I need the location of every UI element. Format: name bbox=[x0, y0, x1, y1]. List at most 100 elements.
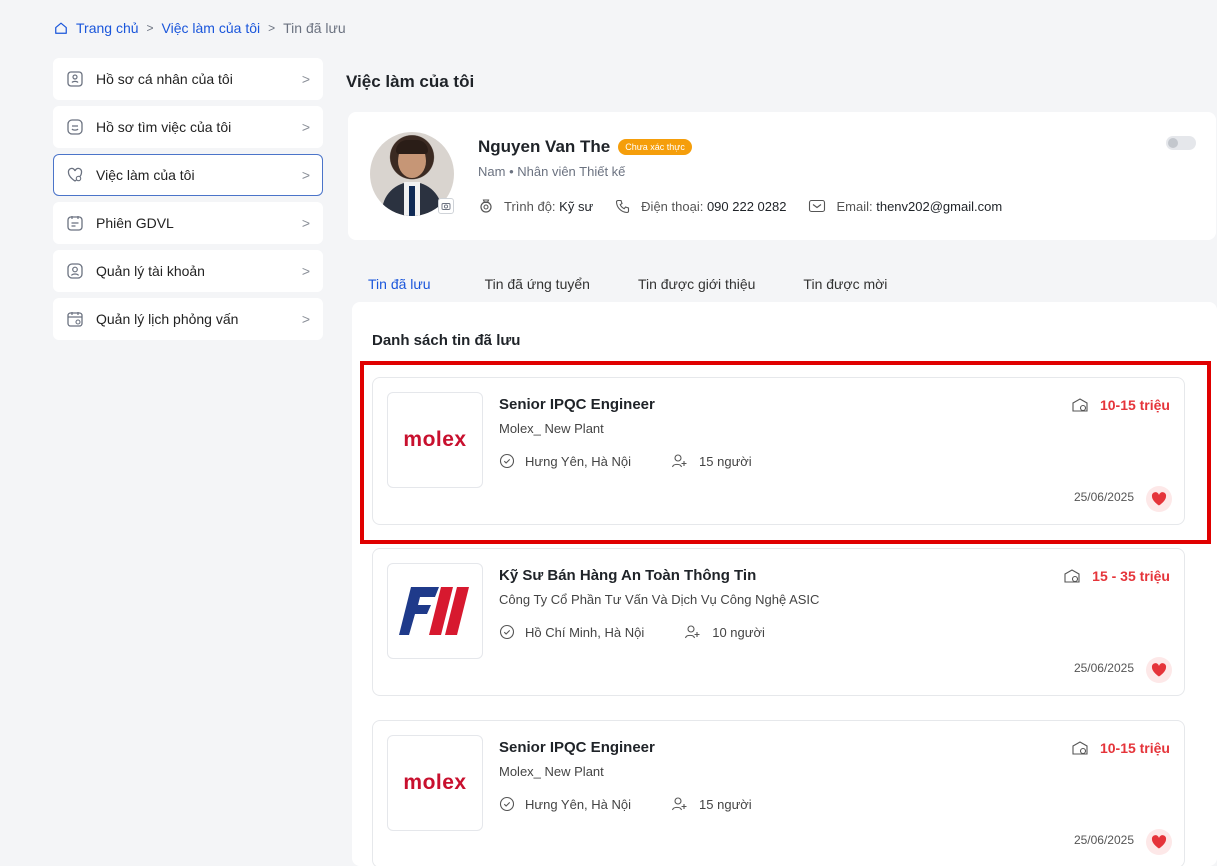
profile-position: Nhân viên Thiết kế bbox=[517, 164, 626, 179]
heart-icon bbox=[1151, 663, 1167, 677]
email-icon bbox=[809, 199, 826, 213]
unsave-heart-button[interactable] bbox=[1146, 657, 1172, 683]
saved-jobs-panel: Danh sách tin đã lưu molex Senior IPQC E… bbox=[352, 302, 1217, 866]
job-headcount: 15 người bbox=[671, 453, 752, 469]
profile-name-row: Nguyen Van The Chưa xác thực bbox=[478, 137, 692, 157]
chevron-right-icon: > bbox=[301, 119, 310, 135]
job-headcount: 15 người bbox=[671, 796, 752, 812]
company-logo: molex bbox=[387, 392, 483, 488]
unsave-heart-button[interactable] bbox=[1146, 486, 1172, 512]
phone-value: 090 222 0282 bbox=[706, 198, 787, 214]
location-check-icon bbox=[499, 453, 515, 469]
job-title[interactable]: Senior IPQC Engineer bbox=[499, 739, 655, 756]
job-company: Molex_ New Plant bbox=[499, 764, 604, 779]
sidebar-item-personal-profile[interactable]: Hồ sơ cá nhân của tôi > bbox=[53, 58, 323, 100]
job-title[interactable]: Kỹ Sư Bán Hàng An Toàn Thông Tin bbox=[499, 567, 756, 584]
email-label: Email: bbox=[836, 198, 873, 214]
job-meta: Hưng Yên, Hà Nội 15 người bbox=[499, 453, 752, 469]
heart-job-icon bbox=[66, 166, 84, 184]
heart-icon bbox=[1151, 835, 1167, 849]
chevron-right-icon: > bbox=[301, 263, 310, 279]
job-salary: 10-15 triệu bbox=[1070, 396, 1170, 414]
verification-badge: Chưa xác thực bbox=[618, 139, 692, 155]
education-value: Kỹ sư bbox=[559, 198, 594, 214]
tab-invited[interactable]: Tin được mời bbox=[803, 274, 887, 304]
sidebar: Hồ sơ cá nhân của tôi > Hồ sơ tìm việc c… bbox=[53, 58, 323, 346]
heart-icon bbox=[1151, 492, 1167, 506]
breadcrumb-home[interactable]: Trang chủ bbox=[76, 20, 139, 36]
phone-info: Điện thoại: 090 222 0282 bbox=[615, 198, 786, 214]
job-meta: Hưng Yên, Hà Nội 15 người bbox=[499, 796, 752, 812]
profile-role: Nam • Nhân viên Thiết kế bbox=[478, 164, 625, 179]
chevron-right-icon: > bbox=[301, 71, 310, 87]
company-logo: molex bbox=[387, 735, 483, 831]
job-date: 25/06/2025 bbox=[1073, 490, 1134, 504]
job-headcount-text: 10 người bbox=[712, 624, 765, 640]
tab-recommended[interactable]: Tin được giới thiệu bbox=[638, 274, 755, 304]
profile-gender: Nam bbox=[478, 164, 506, 179]
chevron-right-icon: > bbox=[301, 311, 310, 327]
education-info: Trình độ: Kỹ sư bbox=[478, 198, 593, 214]
job-salary-text: 10-15 triệu bbox=[1099, 397, 1170, 413]
job-location-text: Hồ Chí Minh, Hà Nội bbox=[525, 624, 645, 640]
molex-logo: molex bbox=[403, 771, 467, 794]
sidebar-item-label: Phiên GDVL bbox=[96, 215, 174, 231]
breadcrumb-parent[interactable]: Việc làm của tôi bbox=[162, 20, 261, 36]
job-location: Hưng Yên, Hà Nội bbox=[499, 453, 631, 469]
camera-icon[interactable] bbox=[438, 198, 454, 214]
job-card[interactable]: Kỹ Sư Bán Hàng An Toàn Thông Tin Công Ty… bbox=[372, 548, 1185, 696]
sidebar-item-label: Hồ sơ tìm việc của tôi bbox=[96, 119, 232, 135]
profile-info: Trình độ: Kỹ sư Điện thoại: 090 222 0282… bbox=[478, 198, 1002, 214]
job-company: Công Ty Cổ Phần Tư Vấn Và Dịch Vụ Công N… bbox=[499, 592, 820, 607]
job-salary: 15 - 35 triệu bbox=[1062, 567, 1170, 585]
phone-icon bbox=[616, 199, 630, 214]
email-info: Email: thenv202@gmail.com bbox=[808, 198, 1002, 214]
sidebar-item-my-jobs[interactable]: Việc làm của tôi > bbox=[53, 154, 323, 196]
page: Trang chủ > Việc làm của tôi > Tin đã lư… bbox=[38, 0, 1217, 866]
user-icon bbox=[66, 262, 84, 280]
resume-icon bbox=[66, 118, 84, 136]
job-headcount-text: 15 người bbox=[699, 453, 752, 469]
job-location: Hồ Chí Minh, Hà Nội bbox=[499, 624, 644, 640]
add-user-icon bbox=[671, 454, 687, 468]
fii-logo bbox=[399, 587, 469, 635]
chevron-right-icon: > bbox=[301, 215, 310, 231]
sidebar-item-interview-schedule[interactable]: Quản lý lịch phỏng vấn > bbox=[53, 298, 323, 340]
sidebar-item-job-profile[interactable]: Hồ sơ tìm việc của tôi > bbox=[53, 106, 323, 148]
molex-logo: molex bbox=[403, 428, 467, 451]
location-check-icon bbox=[499, 624, 515, 640]
phone-label: Điện thoại: bbox=[641, 198, 704, 214]
profile-card: Nguyen Van The Chưa xác thực Nam • Nhân … bbox=[348, 112, 1216, 240]
education-label: Trình độ: bbox=[504, 198, 556, 214]
job-date: 25/06/2025 bbox=[1073, 833, 1134, 847]
calendar-note-icon bbox=[66, 214, 84, 232]
email-value: thenv202@gmail.com bbox=[876, 198, 1003, 214]
add-user-icon bbox=[671, 797, 687, 811]
breadcrumb-current: Tin đã lưu bbox=[283, 20, 346, 36]
tab-saved[interactable]: Tin đã lưu bbox=[362, 274, 437, 304]
list-title: Danh sách tin đã lưu bbox=[372, 332, 521, 349]
job-location: Hưng Yên, Hà Nội bbox=[499, 796, 631, 812]
job-card[interactable]: molex Senior IPQC Engineer Molex_ New Pl… bbox=[372, 720, 1185, 866]
job-card[interactable]: molex Senior IPQC Engineer Molex_ New Pl… bbox=[372, 377, 1185, 525]
unsave-heart-button[interactable] bbox=[1146, 829, 1172, 855]
job-location-text: Hưng Yên, Hà Nội bbox=[525, 796, 632, 812]
job-title[interactable]: Senior IPQC Engineer bbox=[499, 396, 655, 413]
id-card-icon bbox=[66, 70, 84, 88]
job-salary-text: 10-15 triệu bbox=[1099, 740, 1170, 756]
job-salary-text: 15 - 35 triệu bbox=[1092, 568, 1170, 584]
breadcrumb-separator: > bbox=[146, 21, 154, 35]
add-user-icon bbox=[685, 625, 700, 639]
company-logo bbox=[387, 563, 483, 659]
job-headcount-text: 15 người bbox=[699, 796, 752, 812]
visibility-toggle[interactable] bbox=[1166, 136, 1196, 150]
tab-applied[interactable]: Tin đã ứng tuyển bbox=[485, 274, 590, 304]
job-date: 25/06/2025 bbox=[1073, 661, 1134, 675]
page-title: Việc làm của tôi bbox=[346, 72, 475, 91]
money-icon bbox=[1072, 741, 1088, 755]
sidebar-item-account[interactable]: Quản lý tài khoản > bbox=[53, 250, 323, 292]
sidebar-item-gdvl-session[interactable]: Phiên GDVL > bbox=[53, 202, 323, 244]
location-check-icon bbox=[499, 796, 515, 812]
sidebar-item-label: Quản lý lịch phỏng vấn bbox=[96, 311, 239, 327]
tabs: Tin đã lưu Tin đã ứng tuyển Tin được giớ… bbox=[362, 274, 935, 304]
